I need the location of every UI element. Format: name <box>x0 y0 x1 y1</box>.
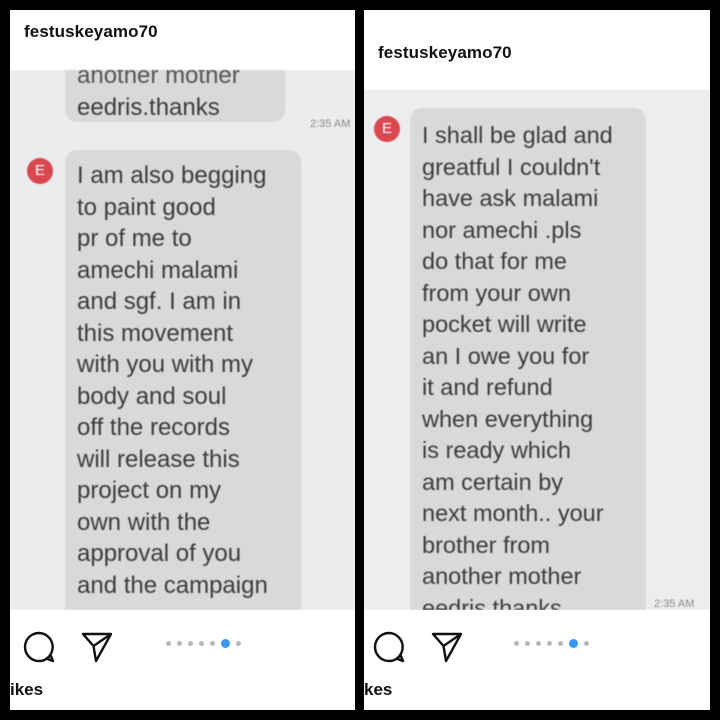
carousel-dot <box>514 641 519 646</box>
message-line: another mother <box>77 70 240 89</box>
message-line: brother from <box>422 531 550 558</box>
post-actions <box>364 610 710 680</box>
message-line: greatful I couldn't <box>422 153 601 180</box>
carousel-dot <box>547 641 552 646</box>
message-line: nor amechi .pls <box>422 216 582 243</box>
message-line: amechi malami <box>77 256 239 284</box>
share-icon[interactable] <box>80 630 114 669</box>
likes-count[interactable]: kes <box>364 680 392 700</box>
share-icon[interactable] <box>430 630 464 669</box>
comment-icon[interactable] <box>372 630 406 669</box>
message-bubble: I shall be glad and greatful I couldn't ha… <box>410 108 646 610</box>
message-line: project on my <box>77 477 222 504</box>
message-line: am certain by <box>422 468 564 495</box>
carousel-dot-active <box>221 639 230 648</box>
message-bubble: I am also begging to paint good pr of me t… <box>65 150 301 610</box>
message-line: an I owe you for <box>422 342 590 369</box>
carousel-dot <box>536 641 541 646</box>
likes-count[interactable]: ikes <box>10 680 43 700</box>
post-panel-right: festuskeyamo70 E I shall be glad and grea… <box>364 10 710 710</box>
message-line: off the records <box>77 414 230 441</box>
message-line: eedris.thanks <box>422 594 562 611</box>
carousel-dot <box>558 641 563 646</box>
message-line: have ask malami <box>422 185 599 211</box>
screenshot-image: another mother eedris.thanks 2:35 AM E I… <box>10 70 355 610</box>
post-panel-left: festuskeyamo70 another mother eedris.tha… <box>10 10 355 710</box>
timestamp: 2:35 AM <box>654 598 695 610</box>
carousel-dot <box>199 641 204 646</box>
message-line: eedris.thanks <box>77 93 220 121</box>
message-line: body and soul <box>77 382 227 410</box>
carousel-indicator <box>514 639 589 648</box>
message-bubble-previous: another mother eedris.thanks <box>65 70 285 122</box>
carousel-indicator <box>166 639 241 648</box>
message-line: it and refund <box>422 374 553 400</box>
username[interactable]: festuskeyamo70 <box>24 22 158 42</box>
carousel-dot <box>525 641 530 646</box>
sender-avatar: E <box>374 116 400 142</box>
message-line: pr of me to <box>77 225 192 252</box>
carousel-dot <box>236 641 241 646</box>
message-line: I shall be glad and <box>422 122 613 148</box>
message-line: with you with my <box>77 351 254 378</box>
message-line: next month.. your <box>422 500 604 526</box>
message-line: another mother <box>422 563 582 589</box>
message-line: do that for me <box>422 248 567 274</box>
message-line: will release this <box>77 445 240 473</box>
message-line: to paint good <box>77 193 216 221</box>
username[interactable]: festuskeyamo70 <box>378 43 512 63</box>
comment-icon[interactable] <box>22 630 56 669</box>
carousel-dot <box>166 641 171 646</box>
sender-avatar: E <box>27 158 53 184</box>
message-line: is ready which <box>422 437 571 463</box>
carousel-dot <box>210 641 215 646</box>
message-line: and the campaign <box>77 571 268 599</box>
timestamp: 2:35 AM <box>310 118 351 130</box>
message-line: and sgf. I am in <box>77 288 242 315</box>
carousel-dot <box>584 641 589 646</box>
carousel-dot <box>177 641 182 646</box>
message-line: I am also begging <box>77 162 267 189</box>
carousel-dot-active <box>569 639 578 648</box>
message-line: approval of you <box>77 540 242 567</box>
message-line: own with the <box>77 508 211 536</box>
screenshot-image: E I shall be glad and greatful I couldn't… <box>364 90 710 610</box>
message-line: this movement <box>77 319 234 347</box>
message-line: when everything <box>422 405 594 432</box>
carousel-dot <box>188 641 193 646</box>
post-actions <box>10 610 355 680</box>
message-line: from your own <box>422 279 571 306</box>
message-line: crew <box>77 601 289 610</box>
message-line: pocket will write <box>422 311 587 337</box>
